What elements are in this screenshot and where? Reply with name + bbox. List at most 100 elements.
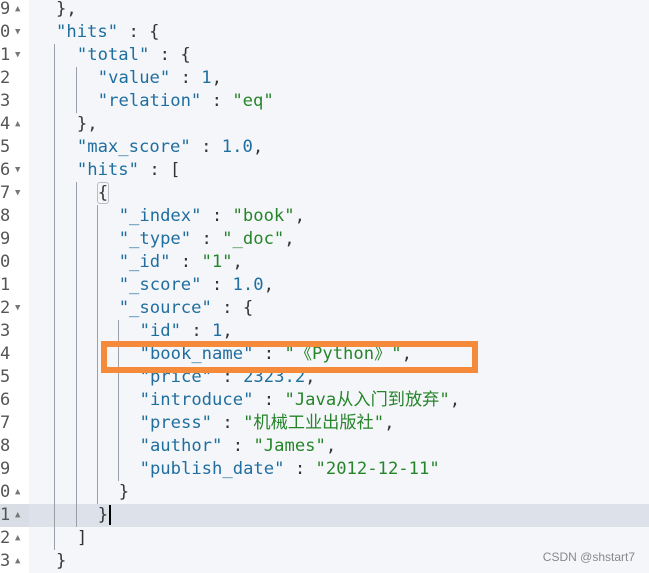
- code-text: "_type" : "_doc",: [119, 228, 295, 251]
- json-response-editor[interactable]: 9 ▲}, 0 ▼ "hits" : {1 ▼ "total" : {2 "value" : …: [0, 0, 649, 573]
- code-line[interactable]: 7 "press" : "机械工业出版社",: [0, 412, 649, 435]
- json-punctuation: :: [201, 275, 233, 295]
- indent-guide: [97, 481, 98, 504]
- code-line[interactable]: 3 "relation" : "eq": [0, 90, 649, 113]
- line-number-gutter: 8: [0, 205, 29, 228]
- indent-guide: [118, 435, 119, 458]
- indent-guide: [54, 251, 55, 274]
- json-string-value: "2012-12-11": [315, 459, 440, 479]
- fold-expand-icon[interactable]: ▼: [15, 21, 20, 44]
- code-line[interactable]: 6 ▼ "hits" : [: [0, 159, 649, 182]
- fold-collapse-icon[interactable]: ▲: [15, 481, 20, 504]
- code-text: "press" : "机械工业出版社",: [140, 412, 395, 435]
- code-line[interactable]: 8 "author" : "James",: [0, 435, 649, 458]
- code-line[interactable]: 7 ▼ {: [0, 182, 649, 205]
- json-key: "max_score": [76, 137, 191, 157]
- indent-guide: [118, 458, 119, 481]
- json-number-value: 1.0: [232, 275, 264, 295]
- line-number-gutter: 7: [0, 412, 29, 435]
- fold-expand-icon[interactable]: ▼: [15, 182, 20, 205]
- watermark: CSDN @shstart7: [542, 550, 635, 564]
- json-punctuation: ,: [263, 275, 274, 295]
- code-line[interactable]: 0 ▼ "hits" : {: [0, 21, 649, 44]
- code-line[interactable]: 0 ▲}: [0, 481, 649, 504]
- json-number-value: 1.0: [221, 137, 253, 157]
- code-line[interactable]: 5 "max_score" : 1.0,: [0, 136, 649, 159]
- fold-expand-icon[interactable]: ▼: [15, 44, 20, 67]
- line-number: 2: [0, 68, 11, 88]
- code-line[interactable]: 1 "_score" : 1.0,: [0, 274, 649, 297]
- code-line[interactable]: 3 "id" : 1,: [0, 320, 649, 343]
- fold-expand-icon[interactable]: ▼: [15, 159, 20, 182]
- indent-guide: [97, 412, 98, 435]
- line-number-gutter: 6: [0, 389, 29, 412]
- json-punctuation: ,: [305, 367, 316, 387]
- line-number-gutter: 9: [0, 228, 29, 251]
- indent-guide: [54, 389, 55, 412]
- indent-guide: [76, 251, 77, 274]
- line-number-gutter: 0: [0, 251, 29, 274]
- line-number-gutter: 1 ▼: [0, 44, 29, 67]
- json-punctuation: :: [190, 137, 222, 157]
- code-line[interactable]: 8 "_index" : "book",: [0, 205, 649, 228]
- indent-guide: [76, 67, 77, 90]
- code-line[interactable]: 9 "_type" : "_doc",: [0, 228, 649, 251]
- line-number-gutter: 0 ▼: [0, 21, 29, 44]
- json-string-value: "book": [232, 206, 295, 226]
- indent-guide: [54, 320, 55, 343]
- fold-collapse-icon[interactable]: ▲: [15, 113, 20, 136]
- code-text: "hits" : [: [77, 159, 181, 182]
- code-line[interactable]: 9 ▲},: [0, 0, 649, 21]
- indent-guide: [76, 412, 77, 435]
- indent-guide: [76, 366, 77, 389]
- fold-expand-icon[interactable]: ▼: [15, 297, 20, 320]
- line-number: 8: [0, 206, 11, 226]
- matched-bracket: {: [96, 182, 110, 204]
- json-punctuation: ,: [211, 68, 222, 88]
- indent-guide: [76, 343, 77, 366]
- line-number: 5: [0, 367, 11, 387]
- code-line[interactable]: 5 "price" : 2323.2,: [0, 366, 649, 389]
- indent-guide: [54, 205, 55, 228]
- indent-guide: [54, 44, 55, 67]
- code-text: "relation" : "eq": [98, 90, 274, 113]
- indent-guide: [118, 366, 119, 389]
- line-number-gutter: 1: [0, 274, 29, 297]
- indent-guide: [76, 205, 77, 228]
- code-text: "author" : "James",: [140, 435, 337, 458]
- line-number-gutter: 2 ▲: [0, 527, 29, 550]
- line-number: 6: [0, 160, 11, 180]
- indent-guide: [97, 435, 98, 458]
- json-number-value: 1: [201, 68, 212, 88]
- code-line[interactable]: 4 "book_name" : "《Python》",: [0, 343, 649, 366]
- json-string-value: "机械工业出版社": [243, 413, 385, 433]
- code-line[interactable]: 2 "value" : 1,: [0, 67, 649, 90]
- indent-guide: [54, 458, 55, 481]
- indent-guide: [54, 159, 55, 182]
- code-line[interactable]: 4 ▲},: [0, 113, 649, 136]
- code-text: "book_name" : "《Python》",: [140, 343, 412, 366]
- json-punctuation: },: [56, 0, 77, 19]
- fold-collapse-icon[interactable]: ▲: [15, 527, 20, 550]
- code-line[interactable]: 2 ▼ "_source" : {: [0, 297, 649, 320]
- indent-guide: [76, 297, 77, 320]
- code-line[interactable]: 0 "_id" : "1",: [0, 251, 649, 274]
- fold-collapse-icon[interactable]: ▲: [15, 504, 20, 527]
- code-line[interactable]: 1 ▲}: [0, 504, 649, 527]
- fold-collapse-icon[interactable]: ▲: [15, 0, 20, 21]
- json-key: "_id": [118, 252, 171, 272]
- json-key: "_score": [118, 275, 202, 295]
- indent-guide: [76, 481, 77, 504]
- line-number-gutter: 9 ▲: [0, 0, 29, 21]
- code-line[interactable]: 2 ▲]: [0, 527, 649, 550]
- line-number: 3: [0, 91, 11, 111]
- json-key: "author": [139, 436, 223, 456]
- code-line[interactable]: 1 ▼ "total" : {: [0, 44, 649, 67]
- json-punctuation: ,: [252, 137, 264, 157]
- line-number: 1: [0, 45, 11, 65]
- code-text: "max_score" : 1.0,: [77, 136, 263, 159]
- indent-guide: [54, 412, 55, 435]
- code-line[interactable]: 9 "publish_date" : "2012-12-11": [0, 458, 649, 481]
- code-line[interactable]: 6 "introduce" : "Java从入门到放弃",: [0, 389, 649, 412]
- json-string-value: "Java从入门到放弃": [284, 390, 450, 410]
